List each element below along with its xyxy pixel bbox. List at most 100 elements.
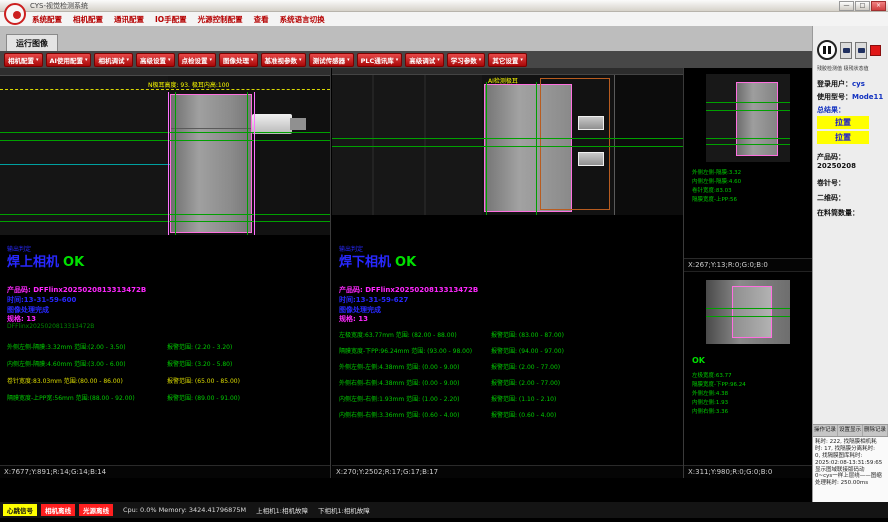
model-label: 使用型号：: [817, 93, 852, 101]
roi-rect: [540, 78, 610, 210]
minimize-button[interactable]: —: [839, 1, 854, 11]
thumbnail-result-line: 卷针宽度:83.03: [692, 186, 732, 194]
menu-camera-config[interactable]: 相机配置: [73, 14, 103, 25]
toolbar-camera-debug[interactable]: 相机调试▾: [94, 53, 133, 67]
overlay-line: [536, 82, 537, 215]
alarm-range-text: 报警范围: (89.00 - 91.00): [167, 393, 240, 402]
heartbeat-badge: 心跳信号: [3, 504, 37, 516]
toolbar-button-label: 其它设置: [492, 55, 518, 65]
upper-camera-button[interactable]: [840, 42, 852, 59]
window-title: CYS-视觉检测系统: [30, 1, 88, 11]
window-controls: — □ ×: [839, 1, 888, 11]
toolbar-button-label: 相机配置: [8, 55, 34, 65]
menu-view[interactable]: 查看: [254, 14, 269, 25]
upper-thumbnail-view[interactable]: 外侧左侧-隔膜:3.32 内侧左侧-隔膜:4.60 卷针宽度:83.03 隔膜宽…: [684, 68, 812, 271]
needle-number-label: 卷针号：: [817, 179, 845, 187]
chevron-down-icon: ▾: [251, 57, 254, 63]
ops-display-tab[interactable]: 设置显示: [838, 425, 863, 436]
alarm-range-text: 报警范围: (2.00 - 77.00): [491, 378, 560, 387]
menu-language-switch[interactable]: 系统语言切换: [280, 14, 325, 25]
toolbar-other-settings[interactable]: 其它设置▾: [488, 53, 527, 67]
machine-part: [424, 75, 426, 215]
toolbar-button-label: 学习参数: [451, 55, 477, 65]
overlay-line: [706, 316, 790, 317]
menu-io-config[interactable]: IO手配置: [155, 14, 187, 25]
upper-camera-status-text: 上相机1:相机故障: [256, 505, 308, 515]
overlay-line: [0, 132, 330, 133]
close-button[interactable]: ×: [871, 1, 886, 11]
upper-thumbnail-image: [706, 74, 790, 162]
toolbar-calibration-params[interactable]: 基准视参数▾: [261, 53, 306, 67]
operation-log-header: 操作记录 设置显示 删除记录: [813, 425, 888, 437]
measurement-text: 隔膜宽度-上PP宽:56mm 范围:(88.00 - 92.00): [7, 395, 135, 402]
measurement-row: 内侧左侧-右侧:1.93mm 范围: (1.00 - 2.20)报警范围: (1…: [339, 394, 681, 403]
toolbar-sensor-test[interactable]: 测试传感器▾: [309, 53, 354, 67]
tab-strip: 运行图像: [0, 26, 812, 51]
measurement-text: 内侧右侧-右侧:3.36mm 范围: (0.60 - 4.00): [339, 412, 459, 419]
camera-name: 焊上相机: [7, 251, 59, 270]
ai-detect-overlay-label: AI检测极耳: [488, 76, 518, 85]
connector-part: [578, 152, 604, 166]
toolbar-button-label: 高级调试: [409, 55, 435, 65]
camera-name: 焊下相机: [339, 251, 391, 270]
result-badge: 拉置: [817, 131, 869, 144]
machine-part: [0, 68, 330, 75]
toolbar-ai-config[interactable]: AI使用配置▾: [46, 53, 92, 67]
ops-log-tab[interactable]: 操作记录: [813, 425, 838, 436]
ops-clear-tab[interactable]: 删除记录: [863, 425, 888, 436]
highlight-block: [170, 94, 252, 233]
pixel-coordinate-readout: X:267;Y:13;R:0;G:0;B:0: [684, 258, 812, 271]
overlay-line: [0, 164, 170, 165]
overlay-line: [0, 214, 330, 215]
toolbar-learning-params[interactable]: 学习参数▾: [447, 53, 486, 67]
operation-log[interactable]: 耗时: 222, 找隔膜相机耗 时: 17, 找隔膜分离耗时: 0, 找隔膜图库…: [813, 437, 888, 502]
upper-camera-view[interactable]: N极耳高度: 93. 极耳内高:100 输出判定 焊上相机 OK 产品码: DF…: [0, 68, 331, 478]
connector-part: [252, 114, 292, 134]
menu-system-config[interactable]: 系统配置: [32, 14, 62, 25]
toolbar-advanced-settings[interactable]: 高级设置▾: [136, 53, 175, 67]
ok-status: OK: [395, 255, 416, 270]
menu-comm-config[interactable]: 通讯配置: [114, 14, 144, 25]
chevron-down-icon: ▾: [396, 57, 399, 63]
login-user-label: 登录用户：: [817, 80, 852, 88]
lower-camera-image: AI检测极耳: [332, 68, 683, 215]
toolbar-spot-check[interactable]: 点检设置▾: [178, 53, 217, 67]
pause-button[interactable]: [817, 40, 837, 60]
stop-button[interactable]: [870, 45, 881, 56]
overlay-line: [168, 92, 169, 235]
log-line: 耗时: 222, 找隔膜相机耗: [815, 439, 886, 446]
toolbar-camera-config[interactable]: 相机配置▾: [4, 53, 43, 67]
pixel-coordinate-readout: X:311;Y:980;R:0;G:0;B:0: [684, 465, 812, 478]
lower-camera-status-text: 下相机1:相机故障: [318, 505, 370, 515]
log-line: 时: 17, 找隔膜分离耗时:: [815, 446, 886, 453]
menu-light-config[interactable]: 光源控制配置: [198, 14, 243, 25]
model-value: Mode11: [852, 93, 883, 101]
upper-camera-image: N极耳高度: 93. 极耳内高:100: [0, 68, 330, 235]
app-logo-icon: [4, 3, 26, 25]
lower-camera-button[interactable]: [855, 42, 867, 59]
measurement-row: 隔膜宽度-上PP宽:56mm 范围:(88.00 - 92.00) 报警范围: (…: [7, 393, 328, 402]
overlay-line: [706, 138, 790, 139]
qr-code-label: 二维码：: [817, 194, 845, 202]
chevron-down-icon: ▾: [479, 57, 482, 63]
toolbar-plc-comm[interactable]: PLC通讯库▾: [357, 53, 403, 67]
toolbar-image-processing[interactable]: 图像处理▾: [219, 53, 258, 67]
operation-log-section: 操作记录 设置显示 删除记录 耗时: 222, 找隔膜相机耗 时: 17, 找隔…: [813, 424, 888, 502]
machine-part: [0, 76, 168, 235]
measurement-text: 卷针宽度:83.03mm 范围:(80.00 - 86.00): [7, 378, 123, 385]
measurement-row: 外侧右侧-右侧:4.38mm 范围: (0.00 - 9.00)报警范围: (2…: [339, 378, 681, 387]
side-panel: 残胶检测值 极残状态值 登录用户：cys 使用型号：Mode11 总结果： 拉置…: [812, 26, 888, 502]
lower-thumbnail-image: [706, 280, 790, 344]
tab-run-image[interactable]: 运行图像: [6, 34, 58, 51]
toolbar-advanced-debug[interactable]: 高级调试▾: [405, 53, 444, 67]
status-bar: 心跳信号 相机离线 光源离线 Cpu: 0.0% Memory: 3424.41…: [0, 502, 888, 518]
measurement-text: 外侧左侧-隔膜:3.32mm 范围:(2.00 - 3.50): [7, 344, 126, 351]
ok-status: OK: [63, 255, 84, 270]
chevron-down-icon: ▾: [36, 57, 39, 63]
lower-camera-view[interactable]: AI检测极耳 输出判定 焊下相机 OK 产品码: DFFlinx20250208…: [332, 68, 684, 478]
product-code-text: 产品码: DFFlinx2025020813313472B: [7, 285, 146, 295]
maximize-button[interactable]: □: [855, 1, 870, 11]
overlay-line: [706, 308, 790, 309]
lower-thumbnail-view[interactable]: OK 左极宽度:63.77 隔膜宽度-下PP:96.24 外侧左侧:4.38 内…: [684, 271, 812, 478]
chevron-down-icon: ▾: [347, 57, 350, 63]
